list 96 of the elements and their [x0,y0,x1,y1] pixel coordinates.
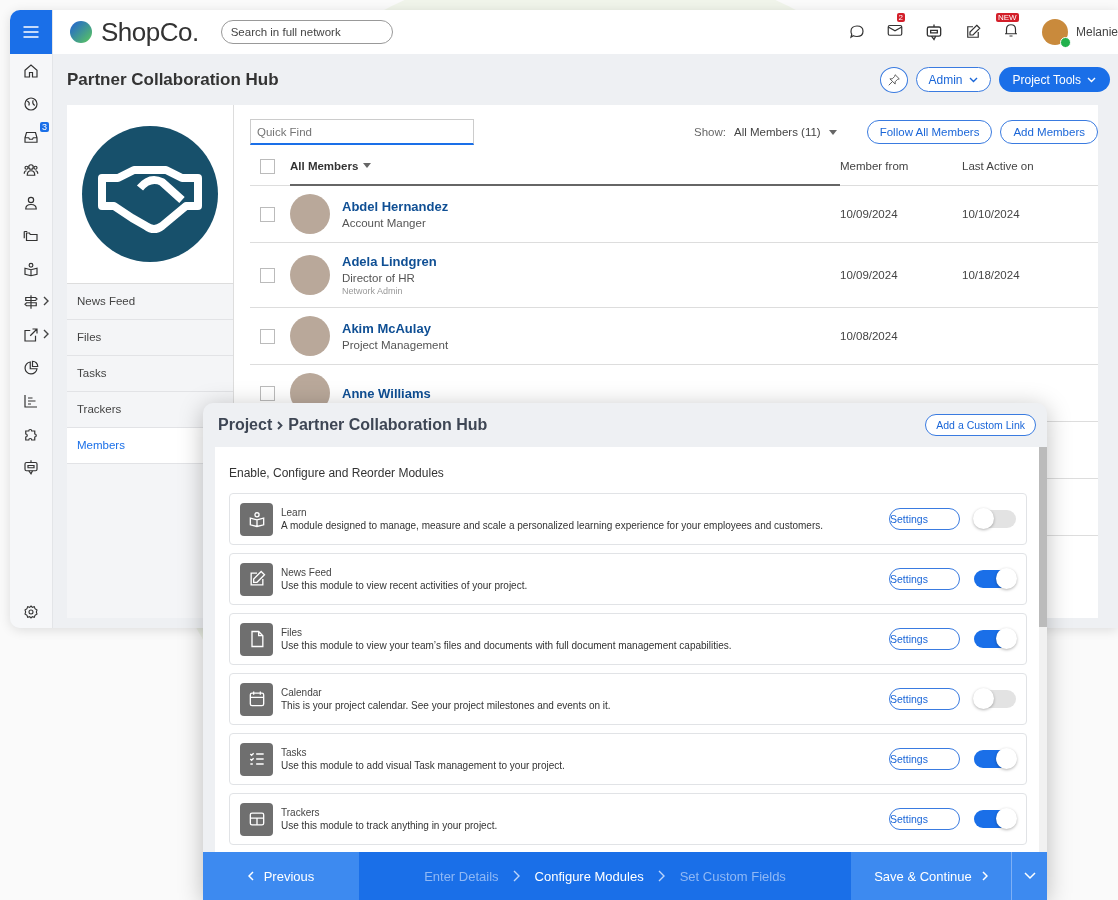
member-name[interactable]: Anne Williams [342,385,840,401]
module-toggle[interactable] [974,630,1016,648]
module-description: This is your project calendar. See your project milestones and events on it. [281,700,612,711]
column-header: Last Active on [962,160,1035,172]
project-nav-item[interactable]: Files [67,320,233,356]
settings-button[interactable]: Settings [889,748,960,770]
member-role: Director of HR [342,272,416,284]
module-toggle[interactable] [974,510,1016,528]
page-title: Partner Collaboration Hub [67,69,279,90]
module-toggle[interactable] [974,810,1016,828]
module-description: Use this module to track anything in your project. [281,820,499,831]
quick-find-field[interactable]: Quick Find [250,119,474,145]
table-cell-text: 10/08/2024 [840,330,899,342]
logo-icon [69,20,93,44]
module-toggle[interactable] [974,690,1016,708]
caret-icon [1087,76,1096,83]
menu-button[interactable] [10,10,52,54]
count-badge: 3 [40,122,49,132]
chevron-icon [43,296,50,306]
scrollbar[interactable] [1039,447,1047,852]
member-avatar [290,255,330,295]
table-cell-text: 10/10/2024 [962,208,1021,220]
chat-icon[interactable] [847,23,866,41]
settings-icon[interactable] [23,603,39,620]
new-badge: NEW [995,13,1019,22]
member-name[interactable]: Adela Lindgren [342,254,840,269]
table-cell-text: 10/09/2024 [840,269,899,281]
members-filter-dropdown[interactable]: All Members (11) [734,126,821,138]
chevron-icon [512,870,521,882]
member-avatar [290,194,330,234]
add-members-button[interactable]: Add Members [1000,120,1098,144]
row-checkbox[interactable] [260,328,275,344]
module-name: Files [281,627,304,638]
search-field[interactable]: Search in full network [220,20,393,44]
module-toggle[interactable] [974,570,1016,588]
chevron-icon [43,329,50,339]
project-nav-item[interactable]: Tasks [67,356,233,392]
save-continue-button[interactable]: Save & Continue [851,852,1011,900]
module-name: News Feed [281,567,333,578]
chevron-icon [657,870,666,882]
select-all-checkbox[interactable] [260,158,275,174]
table-cell-text: 10/18/2024 [962,269,1021,281]
module-name: Trackers [281,807,321,818]
module-name: Learn [281,507,308,518]
member-role: Account Manger [342,217,427,229]
column-header: Member from [840,160,910,172]
settings-button[interactable]: Settings [889,508,960,530]
dropdown-arrow-icon [828,129,837,135]
project-nav-item[interactable]: News Feed [67,284,233,320]
add-custom-link-button[interactable]: Add a Custom Link [925,414,1036,436]
table-cell-text: 10/09/2024 [840,208,899,220]
row-checkbox[interactable] [260,206,275,222]
module-description: Use this module to view your team’s files and documents with full document management capabilities. [281,640,733,651]
member-note: Network Admin [342,286,404,296]
module-description: Use this module to add visual Task management to your project. [281,760,566,771]
module-description: Use this module to view recent activities of your project. [281,580,529,591]
chevron-icon [981,871,988,881]
robot-icon[interactable] [22,457,40,476]
follow-all-button[interactable]: Follow All Members [866,120,993,144]
count-badge: 2 [896,13,905,22]
project-tools-button[interactable]: Project Tools [998,67,1110,92]
pin-button[interactable] [879,66,908,93]
user-avatar[interactable] [1041,19,1068,45]
column-header[interactable]: All Members [290,159,359,172]
user-name[interactable]: Melanie [1075,25,1118,39]
module-name: Calendar [281,687,323,698]
chevron-icon [277,420,284,430]
external-icon[interactable] [22,325,40,344]
sort-arrow-icon [363,163,372,168]
chevron-icon [247,871,254,881]
caret-icon [1023,872,1036,880]
member-name[interactable]: Akim McAulay [342,321,840,336]
member-role: Project Management [342,339,450,351]
section-heading: Enable, Configure and Reorder Modules [229,465,445,482]
globe-icon[interactable] [22,94,40,113]
module-description: A module designed to manage, measure and scale a personalized learning experience for your employees and customers. [281,520,824,531]
pin-icon [886,72,901,87]
pie-icon[interactable] [22,358,40,377]
member-avatar [290,316,330,356]
previous-button[interactable]: Previous [203,852,359,900]
module-name: Tasks [281,747,308,758]
row-checkbox[interactable] [260,385,275,401]
module-toggle[interactable] [974,750,1016,768]
brand-name: ShopCo. [101,16,199,48]
member-name[interactable]: Abdel Hernandez [342,199,840,214]
caret-icon [968,76,978,83]
admin-button[interactable]: Admin [915,67,991,92]
settings-button[interactable]: Settings [889,628,960,650]
row-checkbox[interactable] [260,267,275,283]
settings-button[interactable]: Settings [889,688,960,710]
settings-button[interactable]: Settings [889,808,960,830]
settings-button[interactable]: Settings [889,568,960,590]
wizard-step[interactable]: Configure Modules [534,868,644,884]
modal-title: Partner Collaboration Hub [288,416,488,434]
show-label: Show: [694,126,726,138]
signpost-icon[interactable] [22,292,40,311]
